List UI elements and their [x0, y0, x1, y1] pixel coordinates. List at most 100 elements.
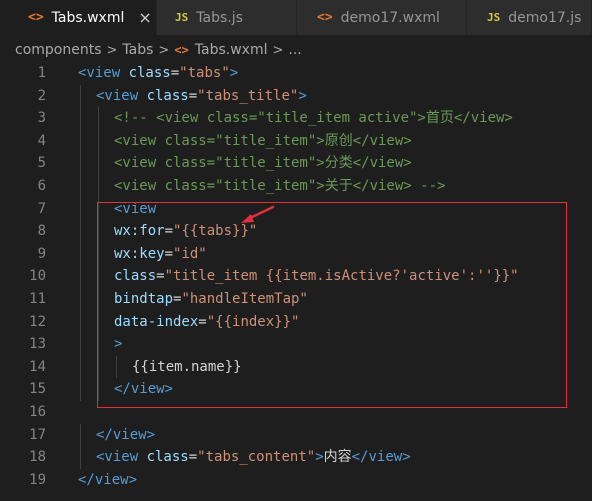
close-icon[interactable]: × — [138, 8, 151, 27]
code-token: </view> — [96, 426, 156, 443]
indent-guide — [80, 129, 81, 153]
code-text: <view class="title_item">分类</view> — [114, 152, 412, 175]
line-number: 1 — [37, 65, 46, 81]
xml-file-icon: <> — [174, 43, 189, 57]
indent-guide — [80, 333, 81, 356]
code-token: = — [170, 65, 180, 81]
tab-tabs-wxml[interactable]: <> Tabs.wxml × — [0, 0, 157, 35]
code-line[interactable]: 19 </view> — [0, 469, 592, 492]
code-token: <!-- <view class="title_item active">首页<… — [114, 110, 513, 127]
indent-guide — [98, 107, 99, 130]
code-token: 内容 — [323, 449, 352, 466]
code-token: <view — [96, 87, 147, 104]
tab-demo17-js[interactable]: JS demo17.js — [467, 0, 592, 35]
indent-guide — [80, 197, 81, 221]
code-token: > — [298, 87, 307, 104]
breadcrumb-item-components[interactable]: components — [15, 42, 102, 58]
line-number: 10 — [29, 268, 46, 285]
code-token: <view class="title_item">原创</view> — [114, 132, 412, 149]
breadcrumb-item-file[interactable]: Tabs.wxml — [195, 42, 268, 58]
indent-guide — [80, 84, 81, 108]
code-line[interactable]: 17 </view> — [0, 423, 592, 447]
code-token: class — [146, 87, 189, 104]
chevron-right-icon: > — [158, 42, 170, 58]
chevron-right-icon: > — [106, 42, 118, 58]
line-number: 15 — [29, 381, 46, 398]
line-number: 5 — [37, 155, 46, 172]
tab-tabs-js[interactable]: JS Tabs.js — [157, 0, 297, 35]
code-line[interactable]: 18 <view class="tabs_content">内容</view> — [0, 446, 592, 469]
code-token: "tabs" — [179, 65, 230, 81]
indent-guide — [80, 174, 81, 198]
breadcrumb: components > Tabs > <> Tabs.wxml > ... — [0, 35, 592, 65]
chevron-right-icon: > — [272, 42, 284, 58]
code-token: <view — [78, 65, 129, 81]
line-number: 12 — [29, 313, 46, 330]
code-token: = — [188, 87, 198, 104]
code-line[interactable]: 5 <view class="title_item">分类</view> — [0, 152, 592, 175]
tab-label: demo17.wxml — [340, 9, 440, 26]
code-text: </view> — [78, 469, 137, 492]
code-token: </view> — [78, 471, 138, 488]
line-number: 8 — [37, 223, 46, 240]
line-number: 11 — [29, 290, 46, 307]
code-text: <view class="tabs_content">内容</view> — [96, 446, 411, 469]
line-number: 19 — [29, 471, 46, 488]
indent-guide — [98, 174, 99, 198]
line-number: 6 — [37, 177, 46, 194]
code-token: "tabs_title" — [197, 87, 299, 104]
tab-label: demo17.js — [508, 9, 582, 26]
indent-guide — [80, 265, 81, 288]
line-number: 14 — [29, 358, 46, 375]
code-text: <view class="tabs_title"> — [96, 85, 307, 108]
indent-guide — [98, 129, 99, 153]
code-token: "tabs_content" — [197, 449, 316, 466]
code-token: <view class="title_item">分类</view> — [114, 155, 412, 172]
js-file-icon: JS — [175, 11, 189, 24]
code-text: <view class="title_item">原创</view> — [114, 130, 412, 153]
indent-guide — [80, 310, 81, 334]
xml-file-icon: <> — [28, 10, 44, 25]
xml-file-icon: <> — [317, 10, 333, 25]
line-number: 7 — [37, 200, 46, 217]
code-token: </view> — [351, 449, 411, 466]
indent-guide — [98, 152, 99, 175]
line-number: 13 — [29, 336, 46, 353]
indent-guide — [80, 355, 81, 379]
line-number: 2 — [37, 87, 46, 104]
code-line[interactable]: 6 <view class="title_item">关于</view> --> — [0, 174, 592, 198]
code-line[interactable]: 1 <view class="tabs"> — [0, 62, 592, 85]
breadcrumb-item-tabs[interactable]: Tabs — [122, 42, 153, 58]
code-token: = — [188, 449, 198, 466]
tab-demo17-wxml[interactable]: <> demo17.wxml — [297, 0, 467, 35]
line-number: 9 — [37, 245, 46, 262]
line-number: 17 — [29, 426, 46, 443]
indent-guide — [80, 107, 81, 130]
breadcrumb-item-symbol[interactable]: ... — [288, 42, 301, 58]
indent-guide — [80, 446, 81, 469]
code-token: > — [229, 65, 239, 81]
line-number: 16 — [29, 403, 46, 420]
code-line[interactable]: 2 <view class="tabs_title"> — [0, 84, 592, 108]
line-number: 4 — [37, 132, 46, 149]
indent-guide — [80, 423, 81, 447]
code-token: class — [128, 65, 171, 81]
js-file-icon: JS — [487, 11, 501, 24]
indent-guide — [80, 220, 81, 243]
code-text: <view class="title_item">关于</view> --> — [114, 175, 445, 198]
code-token: > — [315, 449, 324, 466]
code-line[interactable]: 3 <!-- <view class="title_item active">首页… — [0, 107, 592, 130]
code-line[interactable]: 4 <view class="title_item">原创</view> — [0, 129, 592, 153]
indent-guide — [80, 287, 81, 311]
tab-label: Tabs.wxml — [51, 9, 125, 26]
code-text: <!-- <view class="title_item active">首页<… — [114, 107, 513, 130]
indent-guide — [80, 152, 81, 175]
line-number: 3 — [37, 110, 46, 127]
code-token: <view class="title_item">关于</view> --> — [114, 177, 446, 194]
line-number: 18 — [29, 449, 46, 466]
highlight-box — [97, 202, 567, 408]
indent-guide — [80, 242, 81, 266]
editor-tab-bar: <> Tabs.wxml × JS Tabs.js <> demo17.wxml… — [0, 0, 592, 35]
tab-label: Tabs.js — [196, 9, 243, 26]
code-token: class — [146, 449, 189, 466]
